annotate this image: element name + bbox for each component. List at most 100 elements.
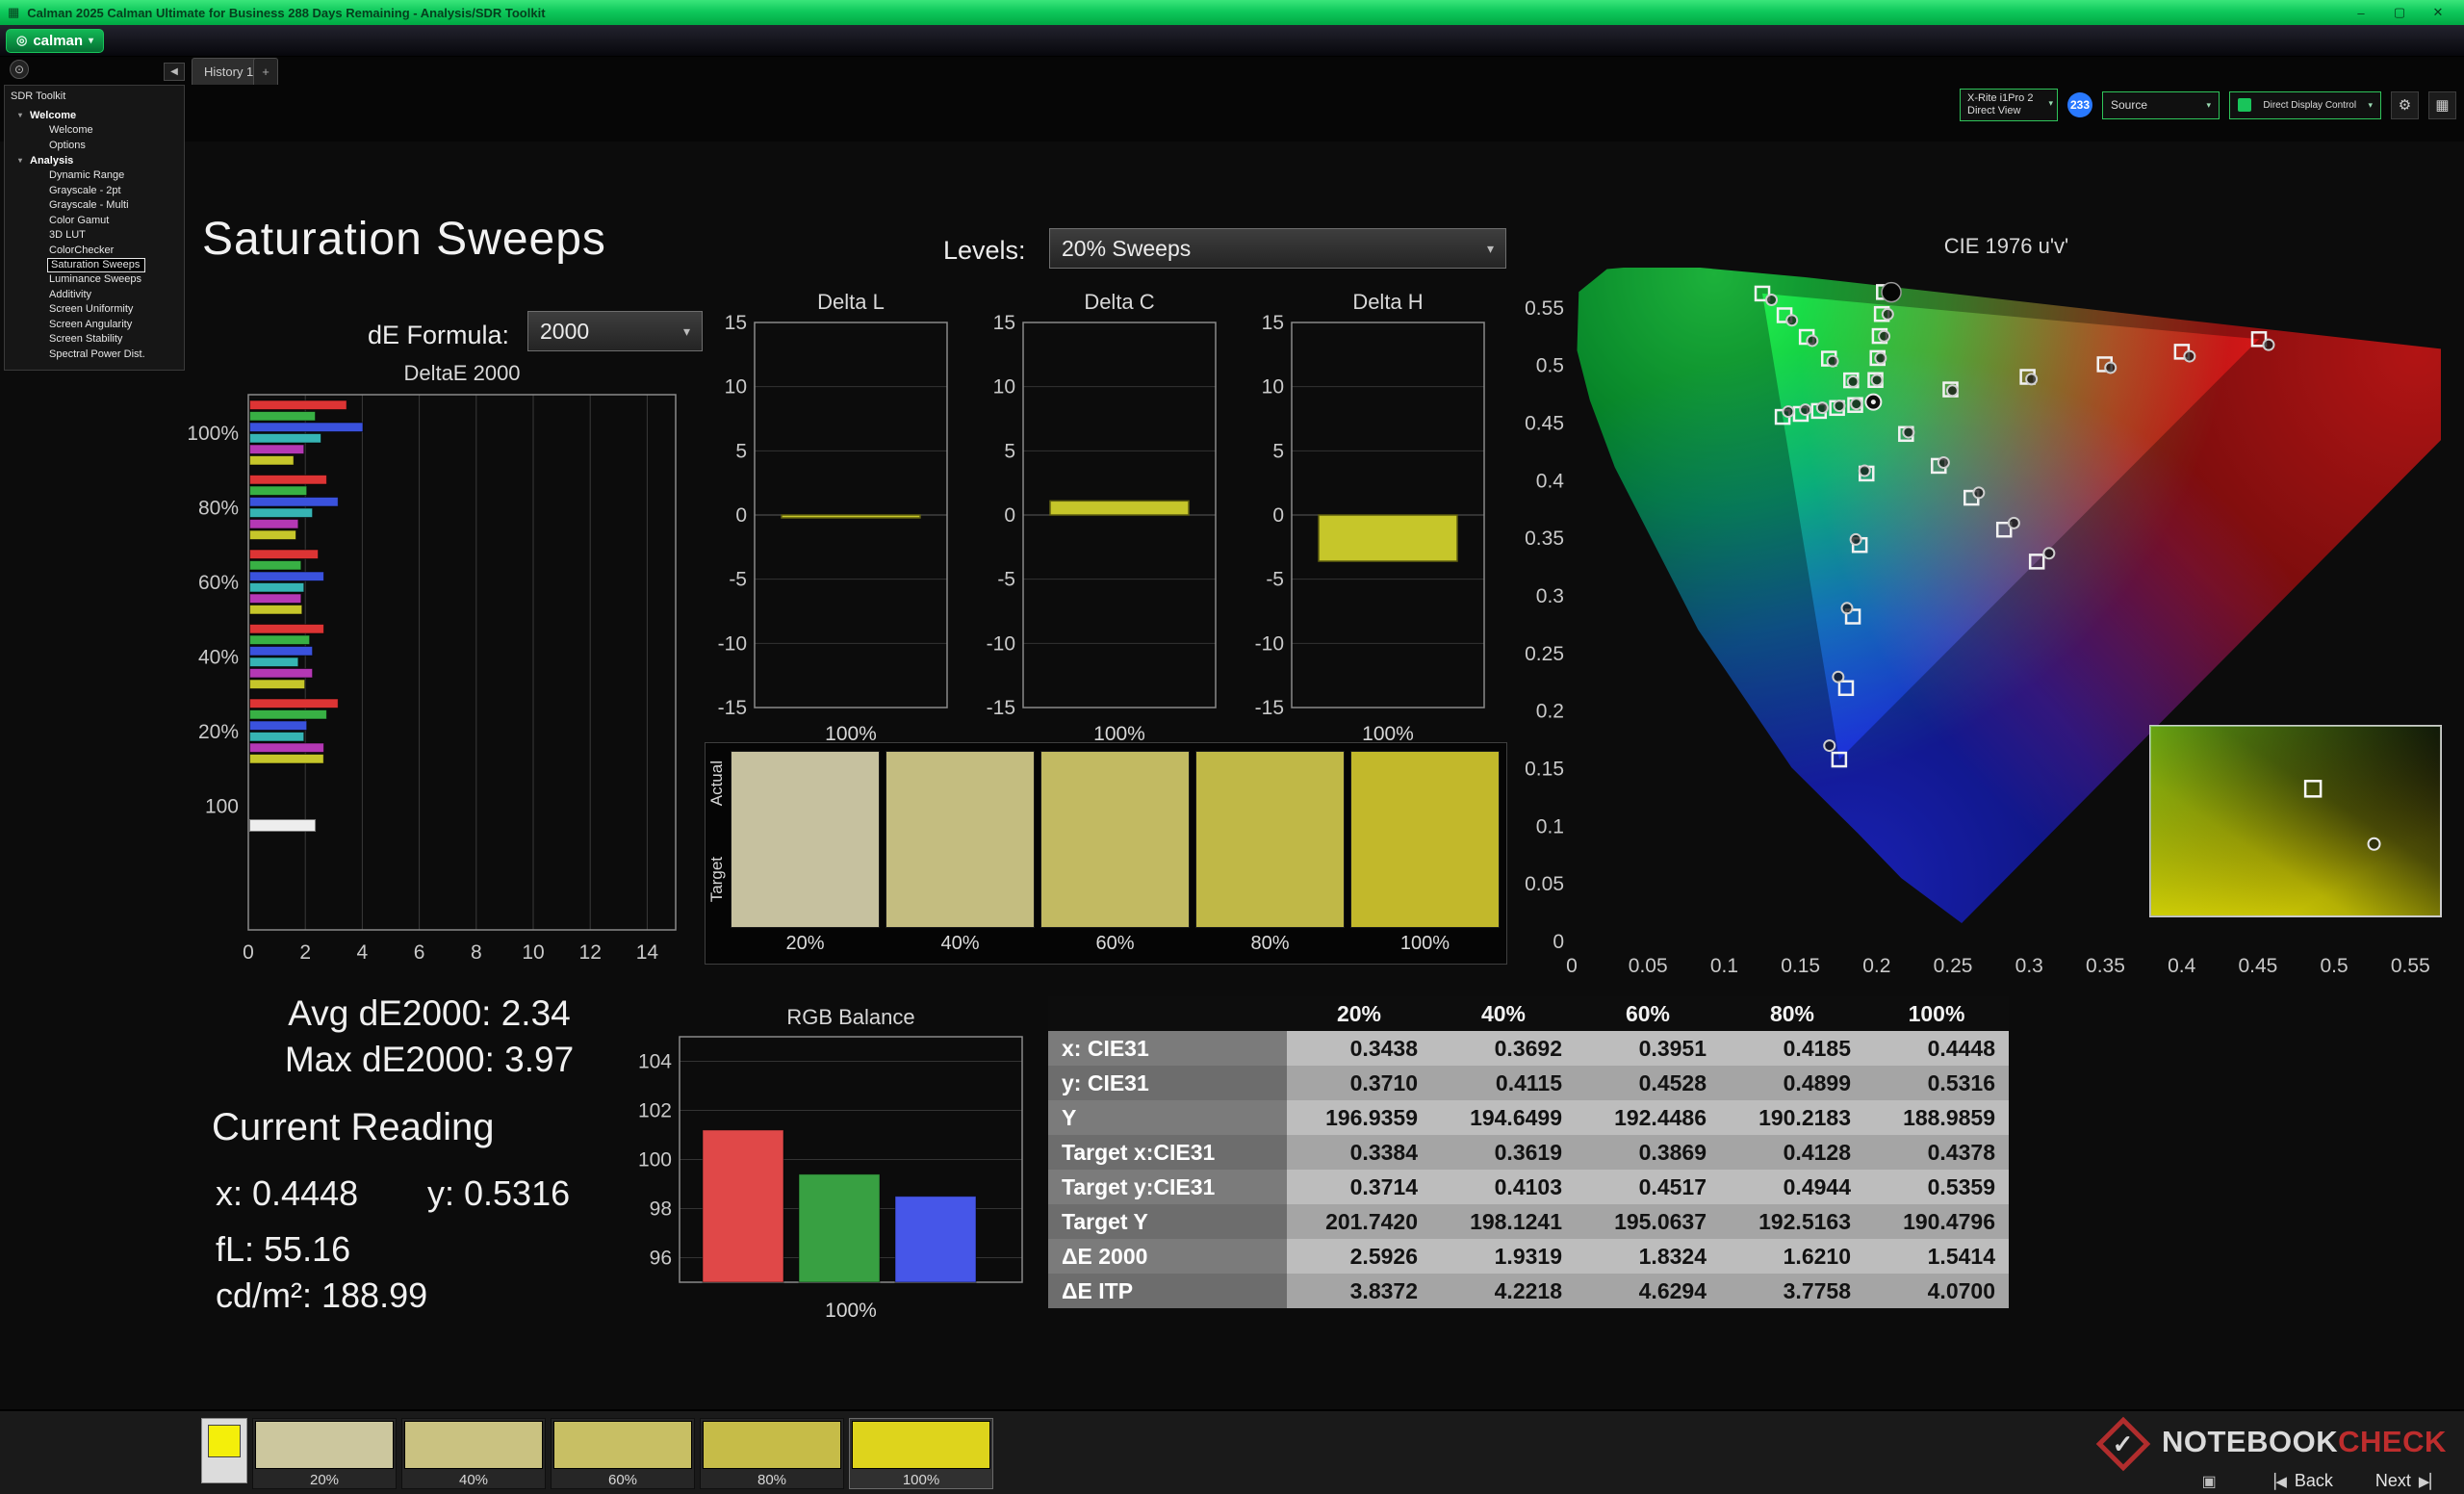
sweep-thumb-20%[interactable]: 20% [252, 1418, 397, 1489]
sidebar-group-welcome[interactable]: ▾ Welcome [5, 108, 184, 123]
maximize-button[interactable]: ▢ [2381, 2, 2418, 23]
layout-button[interactable]: ▦ [2428, 90, 2456, 119]
sidebar-collapse-button[interactable]: ◀ [164, 63, 185, 81]
back-button[interactable]: ▕◀ Back [2265, 1471, 2333, 1491]
sidebar-item-screen-uniformity[interactable]: Screen Uniformity [5, 302, 184, 318]
chevron-down-icon: ▾ [2206, 99, 2211, 110]
thumb-swatch [703, 1421, 841, 1469]
minimize-button[interactable]: – [2343, 2, 2379, 23]
display-window-icon[interactable]: ▣ [2202, 1472, 2217, 1491]
display-control-icon [2238, 98, 2251, 113]
svg-text:0.1: 0.1 [1536, 815, 1564, 837]
meter-select-button[interactable]: X-Rite i1Pro 2 Direct View ▾ [1960, 89, 2058, 122]
sidebar-item-dynamic-range[interactable]: Dynamic Range [5, 168, 184, 184]
measured-marker-yellow [1870, 374, 1884, 387]
measured-marker-cyan [1850, 398, 1863, 411]
display-control-label: Direct Display Control [2263, 99, 2357, 111]
table-cell: 0.4944 [1720, 1170, 1864, 1204]
sidebar-item-additivity[interactable]: Additivity [5, 288, 184, 303]
de-bar-magenta [249, 668, 314, 679]
sidebar-item-grayscale-2pt[interactable]: Grayscale - 2pt [5, 184, 184, 199]
next-button[interactable]: Next ▶▏ [2375, 1471, 2441, 1491]
svg-text:10: 10 [993, 376, 1015, 399]
svg-text:0.05: 0.05 [1629, 955, 1668, 977]
sidebar-item-colorchecker[interactable]: ColorChecker [5, 244, 184, 259]
svg-text:15: 15 [993, 315, 1015, 334]
thumb-label: 40% [458, 1472, 489, 1488]
close-button[interactable]: ✕ [2420, 2, 2456, 23]
sidebar-item-welcome[interactable]: Welcome [5, 123, 184, 139]
sidebar-item-grayscale-multi[interactable]: Grayscale - Multi [5, 198, 184, 214]
measured-marker-red [2104, 361, 2118, 374]
chevron-down-icon: ▾ [2368, 99, 2373, 110]
sweep-thumb-40%[interactable]: 40% [401, 1418, 546, 1489]
sidebar-item-screen-stability[interactable]: Screen Stability [5, 332, 184, 348]
svg-text:0.35: 0.35 [1525, 528, 1564, 550]
svg-text:102: 102 [638, 1100, 672, 1122]
sweep-thumb-60%[interactable]: 60% [551, 1418, 695, 1489]
settings-gear-button[interactable]: ⚙ [2391, 90, 2419, 119]
sidebar-item-luminance-sweeps[interactable]: Luminance Sweeps [5, 272, 184, 288]
measured-marker-magenta [1937, 455, 1950, 469]
measured-marker-blue [1823, 739, 1836, 753]
svg-text:15: 15 [725, 315, 747, 334]
de-bar-magenta [249, 444, 305, 454]
thumb-label: 60% [607, 1472, 638, 1488]
meter-count-badge[interactable]: 233 [2067, 92, 2092, 118]
de-bar-red [249, 549, 320, 559]
sweep-thumb-100%[interactable]: 100% [849, 1418, 993, 1489]
sidebar-item-saturation-sweeps[interactable]: Saturation Sweeps [47, 258, 146, 272]
svg-text:0: 0 [1553, 931, 1564, 953]
add-tab-button[interactable]: + [253, 58, 278, 85]
sweep-swatch-60%: 60% [1040, 751, 1190, 955]
swatch-label: 100% [1399, 933, 1450, 954]
delta-h-chart: 151050-5-10-15100% [1255, 315, 1485, 745]
delta-c-chart: 151050-5-10-15100% [987, 315, 1217, 745]
toolbar-right-cluster: X-Rite i1Pro 2 Direct View ▾ 233 Source … [1960, 89, 2456, 122]
svg-text:0.25: 0.25 [1934, 955, 1973, 977]
measured-marker-cyan [1799, 403, 1812, 417]
table-cell: 0.5359 [1864, 1170, 2009, 1204]
max-de2000: Max dE2000: 3.97 [284, 1040, 575, 1079]
measured-marker-cyan [1782, 405, 1795, 419]
sweep-thumb-80%[interactable]: 80% [700, 1418, 844, 1489]
svg-text:0.5: 0.5 [1536, 355, 1564, 377]
de-bar-yellow [249, 529, 296, 540]
workspace-menu-button[interactable]: ⊙ [10, 60, 29, 79]
sidebar-item-3d-lut[interactable]: 3D LUT [5, 228, 184, 244]
col-header-20%: 20% [1287, 996, 1431, 1031]
swatch-label: 80% [1250, 933, 1290, 954]
calman-menu-button[interactable]: ◎ calman ▾ [6, 28, 105, 53]
rgb-balance-title: RGB Balance [786, 1005, 915, 1029]
sidebar-item-spectral-power-dist[interactable]: Spectral Power Dist. [5, 348, 184, 363]
sidebar-group-analysis[interactable]: ▾ Analysis [5, 153, 184, 168]
display-control-select[interactable]: Direct Display Control ▾ [2229, 90, 2381, 119]
de-formula-select[interactable]: 2000 ▾ [527, 311, 703, 351]
rgb-bar-green [798, 1173, 881, 1283]
chevron-down-icon: ▾ [2048, 98, 2053, 108]
source-select[interactable]: Source ▾ [2102, 90, 2220, 119]
measured-marker-blue [1858, 464, 1871, 477]
svg-text:15: 15 [1262, 315, 1284, 334]
tree-expander-icon: ▾ [18, 156, 23, 165]
rgb-bar-blue [894, 1196, 977, 1283]
sidebar-item-color-gamut[interactable]: Color Gamut [5, 214, 184, 229]
de-bar-magenta [249, 519, 299, 529]
levels-select[interactable]: 20% Sweeps ▾ [1049, 228, 1506, 269]
svg-text:5: 5 [1272, 440, 1284, 462]
table-cell: 0.3384 [1287, 1135, 1431, 1170]
svg-text:104: 104 [638, 1051, 672, 1073]
sidebar-item-screen-angularity[interactable]: Screen Angularity [5, 318, 184, 333]
svg-text:60%: 60% [198, 572, 239, 594]
de-bar-red [249, 624, 324, 634]
tree-expander-icon: ▾ [18, 111, 23, 119]
sidebar-item-options[interactable]: Options [5, 139, 184, 154]
table-cell: 3.8372 [1287, 1274, 1431, 1308]
measured-marker-yellow [1874, 351, 1887, 365]
col-header-40%: 40% [1431, 996, 1576, 1031]
svg-text:0.4: 0.4 [2168, 955, 2196, 977]
svg-text:0: 0 [243, 941, 254, 964]
thumb-swatch [852, 1421, 990, 1469]
app-icon: ▦ [8, 5, 20, 19]
preview-thumb-selected[interactable] [201, 1418, 247, 1483]
